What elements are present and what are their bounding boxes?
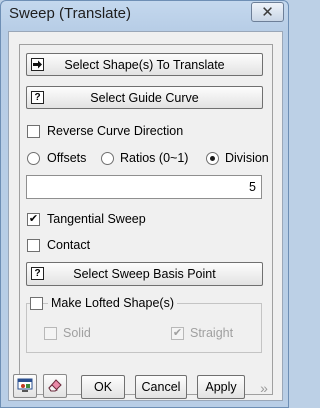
select-guide-curve-label: Select Guide Curve [90, 90, 199, 105]
straight-checkbox[interactable]: ✔ [171, 327, 184, 340]
erase-button[interactable] [43, 374, 67, 398]
solid-label: Solid [63, 326, 91, 340]
window-title: Sweep (Translate) [9, 5, 131, 22]
options-panel: Select Shape(s) To Translate ? Select Gu… [19, 44, 273, 395]
apply-button[interactable]: Apply [197, 375, 245, 399]
reverse-direction-checkbox[interactable] [27, 125, 40, 138]
question-icon: ? [31, 91, 44, 104]
preview-icon [17, 377, 33, 396]
cancel-label: Cancel [141, 380, 181, 394]
double-chevron-right-icon: » [260, 380, 268, 396]
make-lofted-label: Make Lofted Shape(s) [48, 296, 177, 310]
close-icon: ✕ [261, 4, 274, 21]
eraser-icon [47, 377, 63, 396]
straight-label: Straight [190, 326, 234, 340]
contact-checkbox[interactable] [27, 239, 40, 252]
reverse-direction-label: Reverse Curve Direction [47, 124, 184, 138]
division-value-input[interactable]: 5 [26, 175, 262, 199]
close-button[interactable]: ✕ [251, 2, 284, 22]
apply-label: Apply [205, 380, 237, 394]
select-basis-point-label: Select Sweep Basis Point [73, 267, 216, 281]
select-basis-point-button[interactable]: ? Select Sweep Basis Point [26, 262, 263, 286]
radio-offsets-label: Offsets [47, 151, 87, 165]
preview-button[interactable] [13, 374, 37, 398]
tangential-sweep-label: Tangential Sweep [47, 212, 146, 226]
radio-division[interactable] [206, 152, 219, 165]
radio-ratios[interactable] [101, 152, 114, 165]
dialog-body: Select Shape(s) To Translate ? Select Gu… [8, 31, 283, 401]
ok-button[interactable]: OK [81, 375, 125, 399]
title-bar[interactable]: Sweep (Translate) ✕ [1, 1, 288, 27]
contact-label: Contact [47, 238, 91, 252]
solid-checkbox[interactable] [44, 327, 57, 340]
radio-offsets[interactable] [27, 152, 40, 165]
dialog-window: Sweep (Translate) ✕ Select Shape(s) To T… [0, 0, 289, 408]
make-lofted-checkbox[interactable] [30, 297, 43, 310]
arrow-select-icon [31, 58, 44, 71]
cancel-button[interactable]: Cancel [135, 375, 187, 399]
tangential-sweep-checkbox[interactable]: ✔ [27, 213, 40, 226]
select-guide-curve-button[interactable]: ? Select Guide Curve [26, 86, 263, 109]
radio-division-label: Division [225, 151, 269, 165]
select-shapes-button[interactable]: Select Shape(s) To Translate [26, 53, 263, 76]
select-shapes-label: Select Shape(s) To Translate [64, 57, 225, 72]
more-options-button[interactable]: » [252, 377, 276, 399]
question-icon: ? [31, 267, 44, 280]
ok-label: OK [93, 380, 113, 394]
radio-ratios-label: Ratios (0~1) [120, 151, 189, 165]
